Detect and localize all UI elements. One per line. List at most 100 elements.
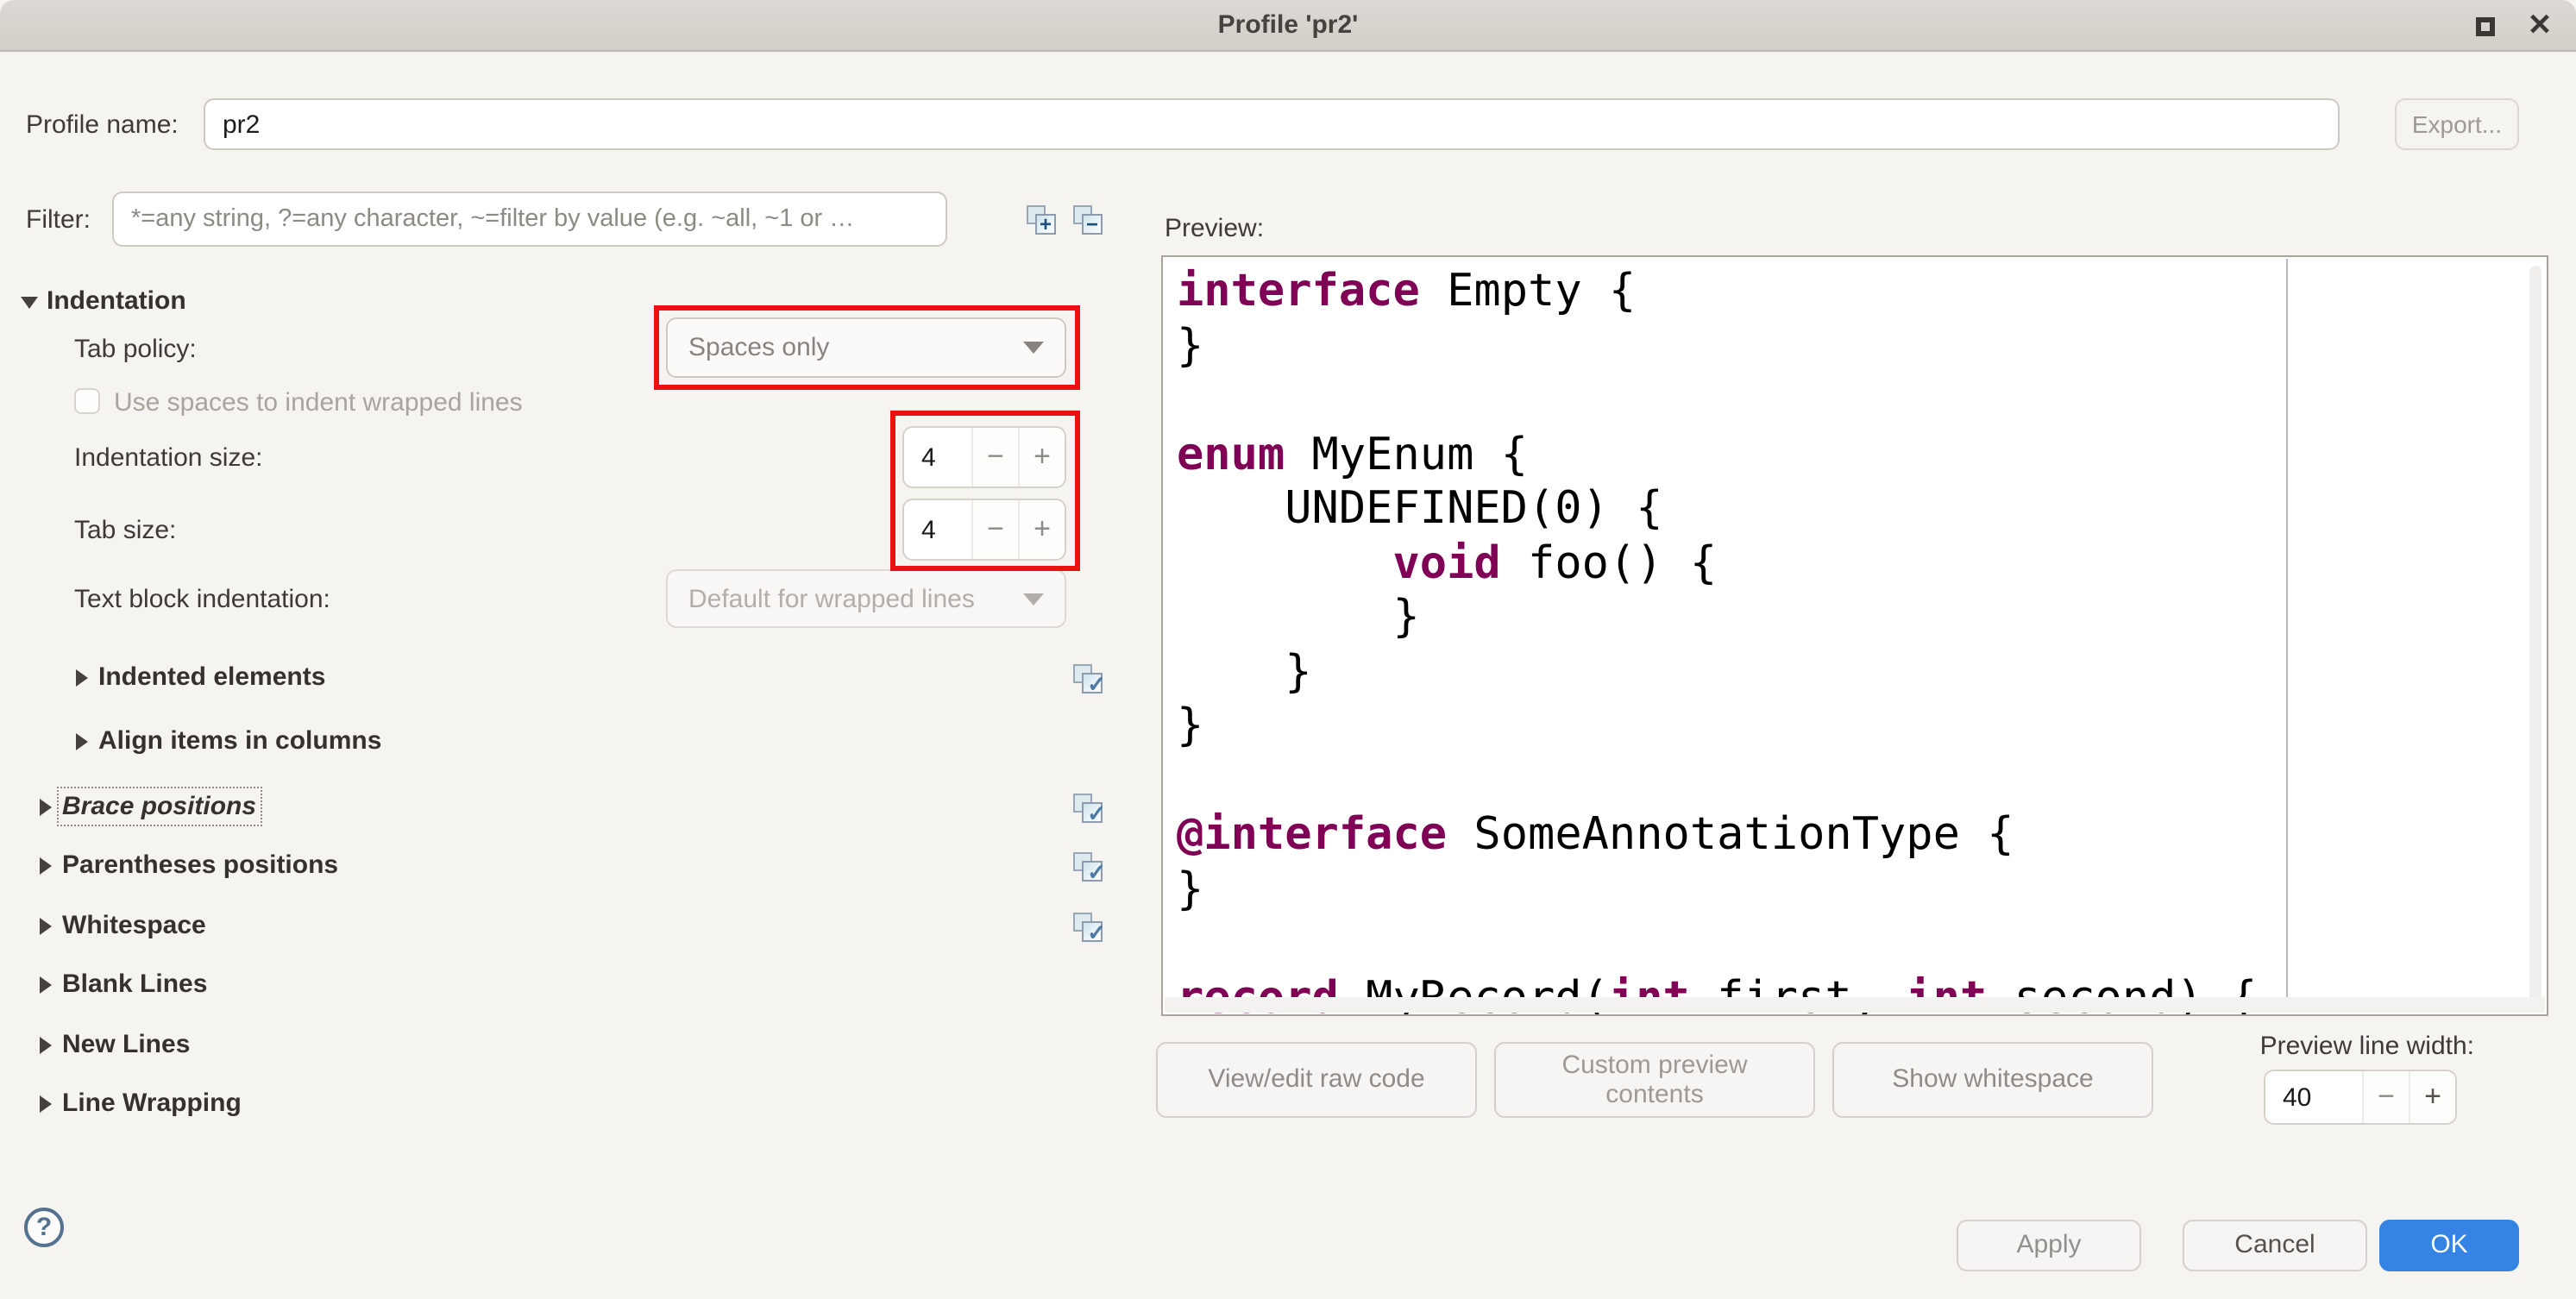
code-line: } — [1177, 700, 2547, 755]
indentation-expander-icon[interactable] — [21, 297, 38, 309]
indentation-size-value[interactable]: 4 — [904, 428, 971, 486]
code-line: } — [1177, 592, 2547, 646]
formatter-profile-dialog: Profile 'pr2' ✕ Profile name: Export... … — [0, 0, 2576, 1299]
code-line: UNDEFINED(0) { — [1177, 483, 2547, 537]
checkmark-icon: ✓ — [1087, 673, 1106, 695]
code-token: } — [1177, 863, 1203, 915]
code-token: Empty { — [1420, 266, 1636, 317]
tree-item-label[interactable]: Parentheses positions — [62, 850, 338, 880]
indentation-size-increase-button[interactable]: + — [1018, 428, 1065, 486]
tree-expander-icon[interactable] — [40, 1037, 52, 1054]
close-button[interactable]: ✕ — [2517, 0, 2562, 52]
tree-item-label[interactable]: Align items in columns — [98, 726, 381, 756]
text-block-value: Default for wrapped lines — [688, 584, 975, 613]
preview-line-width-increase-button[interactable]: + — [2409, 1071, 2455, 1123]
window-title: Profile 'pr2' — [0, 0, 2576, 52]
code-token: } — [1177, 646, 1312, 698]
indentation-size-decrease-button[interactable]: − — [971, 428, 1018, 486]
code-line: } — [1177, 863, 2547, 918]
tree-expander-icon[interactable] — [40, 918, 52, 935]
tree-item-label[interactable]: New Lines — [62, 1030, 190, 1059]
tree-item-label[interactable]: Blank Lines — [62, 970, 207, 999]
tree-item-label[interactable]: Indented elements — [98, 662, 325, 692]
code-line — [1177, 374, 2547, 429]
ok-button[interactable]: OK — [2379, 1220, 2519, 1271]
profile-name-input[interactable] — [204, 98, 2340, 150]
tree-expander-icon[interactable] — [40, 857, 52, 875]
collapse-all-icon[interactable]: − — [1073, 205, 1103, 235]
tab-size-decrease-button[interactable]: − — [971, 500, 1018, 559]
modified-settings-icon: ✓ — [1073, 794, 1103, 823]
tab-policy-value: Spaces only — [688, 333, 829, 362]
show-whitespace-button[interactable]: Show whitespace — [1832, 1042, 2153, 1118]
modified-settings-icon: ✓ — [1073, 913, 1103, 942]
code-token: UNDEFINED(0) { — [1177, 483, 1663, 535]
chevron-down-icon — [1023, 593, 1044, 605]
code-line: enum MyEnum { — [1177, 429, 2547, 483]
filter-input[interactable] — [112, 191, 947, 247]
checkmark-icon: ✓ — [1087, 921, 1106, 944]
code-line: } — [1177, 646, 2547, 700]
tree-expander-icon[interactable] — [76, 733, 88, 750]
use-spaces-label: Use spaces to indent wrapped lines — [114, 388, 523, 417]
maximize-icon — [2475, 16, 2494, 35]
tab-size-increase-button[interactable]: + — [1018, 500, 1065, 559]
apply-button[interactable]: Apply — [1957, 1220, 2141, 1271]
tree-expander-icon[interactable] — [40, 799, 52, 816]
maximize-button[interactable] — [2462, 0, 2507, 52]
code-token — [1177, 537, 1392, 589]
titlebar[interactable]: Profile 'pr2' ✕ — [0, 0, 2576, 52]
keyword-token: void — [1392, 537, 1500, 589]
preview-bottom-strip — [1165, 997, 2545, 1013]
profile-name-label: Profile name: — [26, 110, 179, 140]
close-icon: ✕ — [2528, 9, 2553, 43]
preview-line-width-label: Preview line width: — [2241, 1032, 2474, 1061]
keyword-token: enum — [1177, 429, 1285, 480]
tab-size-spinner[interactable]: 4 − + — [902, 499, 1066, 561]
text-block-dropdown[interactable]: Default for wrapped lines — [666, 569, 1066, 628]
code-line: @interface SomeAnnotationType { — [1177, 809, 2547, 863]
tree-item-label[interactable]: Brace positions — [62, 792, 256, 821]
code-token: } — [1177, 592, 1420, 643]
view-edit-raw-code-button[interactable]: View/edit raw code — [1156, 1042, 1477, 1118]
tree-expander-icon[interactable] — [76, 669, 88, 687]
export-button[interactable]: Export... — [2395, 98, 2519, 150]
tree-item-label[interactable]: Whitespace — [62, 911, 206, 940]
plus-glyph: + — [1040, 213, 1052, 234]
chevron-down-icon — [1023, 342, 1044, 354]
cancel-button[interactable]: Cancel — [2183, 1220, 2367, 1271]
preview-line-width-spinner[interactable]: 40 − + — [2264, 1070, 2457, 1125]
tree-item-label[interactable]: Line Wrapping — [62, 1089, 242, 1118]
tree-section-indentation[interactable]: Indentation — [47, 286, 186, 316]
code-token: SomeAnnotationType { — [1447, 809, 2014, 861]
indentation-size-spinner[interactable]: 4 − + — [902, 426, 1066, 488]
code-line: interface Empty { — [1177, 266, 2547, 320]
expand-all-icon[interactable]: + — [1027, 205, 1056, 235]
question-mark-icon: ? — [36, 1213, 52, 1242]
tree-expander-icon[interactable] — [40, 1095, 52, 1113]
tab-policy-label: Tab policy: — [74, 335, 197, 364]
indentation-size-label: Indentation size: — [74, 443, 263, 473]
code-line: } — [1177, 320, 2547, 374]
custom-preview-contents-button[interactable]: Custom preview contents — [1494, 1042, 1815, 1118]
keyword-token: @interface — [1177, 809, 1447, 861]
filter-label: Filter: — [26, 205, 91, 235]
checkmark-icon: ✓ — [1087, 861, 1106, 883]
code-line: void foo() { — [1177, 537, 2547, 592]
checkmark-icon: ✓ — [1087, 802, 1106, 825]
preview-box: interface Empty {} enum MyEnum { UNDEFIN… — [1161, 255, 2548, 1016]
collapse-all-front-square: − — [1082, 214, 1103, 235]
preview-scrollbar[interactable] — [2529, 266, 2541, 1004]
use-spaces-checkbox[interactable] — [74, 388, 100, 414]
modified-settings-icon: ✓ — [1073, 664, 1103, 693]
code-token: } — [1177, 320, 1203, 372]
tab-size-value[interactable]: 4 — [904, 500, 971, 559]
tree-expander-icon[interactable] — [40, 976, 52, 994]
preview-code[interactable]: interface Empty {} enum MyEnum { UNDEFIN… — [1163, 257, 2547, 1014]
tab-policy-dropdown[interactable]: Spaces only — [666, 317, 1066, 378]
tab-size-label: Tab size: — [74, 516, 176, 545]
code-token: MyEnum { — [1285, 429, 1528, 480]
help-button[interactable]: ? — [24, 1208, 64, 1247]
preview-line-width-decrease-button[interactable]: − — [2362, 1071, 2409, 1123]
preview-line-width-value[interactable]: 40 — [2265, 1071, 2362, 1123]
